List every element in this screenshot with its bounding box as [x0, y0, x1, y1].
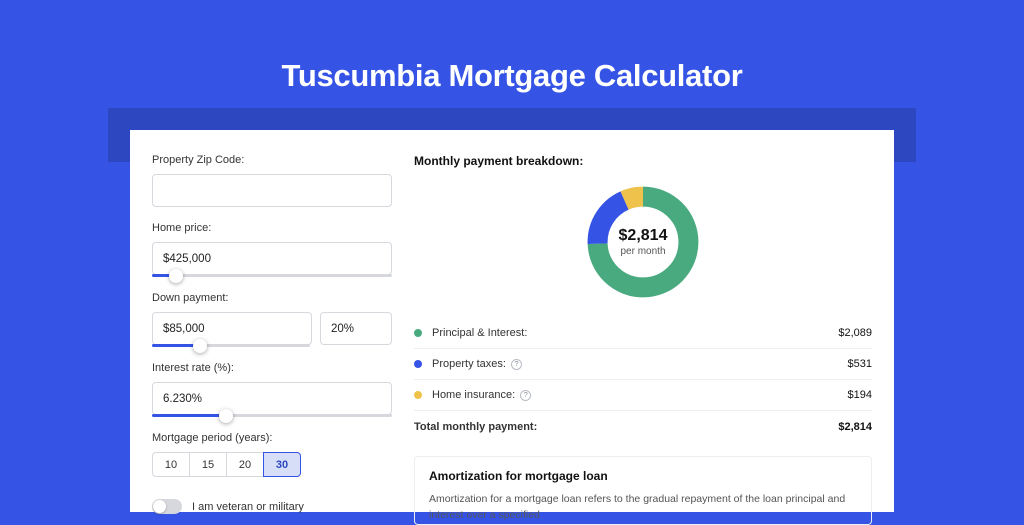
donut-center-sub: per month: [620, 246, 665, 257]
legend-row-insurance: Home insurance: ? $194: [414, 379, 872, 410]
legend-row-principal: Principal & Interest: $2,089: [414, 318, 872, 348]
slider-thumb-icon[interactable]: [193, 339, 207, 353]
form-column: Property Zip Code: Home price: Down paym…: [152, 154, 392, 512]
veteran-label: I am veteran or military: [192, 501, 304, 513]
period-btn-30[interactable]: 30: [263, 452, 301, 477]
down-payment-pct-input[interactable]: [320, 312, 392, 345]
dot-icon: [414, 360, 422, 368]
home-price-slider[interactable]: [152, 274, 392, 277]
home-price-label: Home price:: [152, 222, 392, 234]
down-payment-input[interactable]: [152, 312, 312, 345]
breakdown-column: Monthly payment breakdown: $2,814 per mo…: [414, 154, 872, 512]
home-price-field-group: Home price:: [152, 222, 392, 277]
total-label: Total monthly payment:: [414, 421, 838, 433]
down-payment-label: Down payment:: [152, 292, 392, 304]
info-icon[interactable]: ?: [520, 390, 531, 401]
zip-input[interactable]: [152, 174, 392, 207]
info-icon[interactable]: ?: [511, 359, 522, 370]
amortization-text: Amortization for a mortgage loan refers …: [429, 492, 857, 524]
amortization-title: Amortization for mortgage loan: [429, 469, 857, 483]
interest-rate-slider[interactable]: [152, 414, 392, 417]
legend-value: $194: [848, 389, 872, 401]
zip-label: Property Zip Code:: [152, 154, 392, 166]
legend-value: $531: [848, 358, 872, 370]
breakdown-title: Monthly payment breakdown:: [414, 154, 872, 168]
down-payment-field-group: Down payment:: [152, 292, 392, 347]
toggle-knob-icon: [153, 500, 166, 513]
donut-center-amount: $2,814: [619, 227, 668, 245]
mortgage-period-label: Mortgage period (years):: [152, 432, 392, 444]
donut-chart: $2,814 per month: [583, 182, 703, 302]
breakdown-legend: Principal & Interest: $2,089 Property ta…: [414, 318, 872, 442]
dot-icon: [414, 391, 422, 399]
period-btn-20[interactable]: 20: [226, 452, 264, 477]
interest-rate-input[interactable]: [152, 382, 392, 415]
period-btn-10[interactable]: 10: [152, 452, 190, 477]
amortization-box: Amortization for mortgage loan Amortizat…: [414, 456, 872, 525]
interest-rate-field-group: Interest rate (%):: [152, 362, 392, 417]
page-title: Tuscumbia Mortgage Calculator: [0, 0, 1024, 120]
slider-thumb-icon[interactable]: [169, 269, 183, 283]
dot-icon: [414, 329, 422, 337]
legend-label: Principal & Interest:: [432, 327, 838, 339]
zip-field-group: Property Zip Code:: [152, 154, 392, 207]
calculator-card: Property Zip Code: Home price: Down paym…: [130, 130, 894, 512]
donut-chart-wrap: $2,814 per month: [414, 176, 872, 312]
legend-label: Property taxes: ?: [432, 358, 848, 370]
interest-rate-label: Interest rate (%):: [152, 362, 392, 374]
period-btn-15[interactable]: 15: [189, 452, 227, 477]
total-value: $2,814: [838, 421, 872, 433]
home-price-input[interactable]: [152, 242, 392, 275]
legend-value: $2,089: [838, 327, 872, 339]
legend-row-taxes: Property taxes: ? $531: [414, 348, 872, 379]
down-payment-slider[interactable]: [152, 344, 310, 347]
mortgage-period-field-group: Mortgage period (years): 10 15 20 30: [152, 432, 392, 477]
legend-label: Home insurance: ?: [432, 389, 848, 401]
slider-thumb-icon[interactable]: [219, 409, 233, 423]
legend-row-total: Total monthly payment: $2,814: [414, 410, 872, 442]
mortgage-period-buttons: 10 15 20 30: [152, 452, 392, 477]
